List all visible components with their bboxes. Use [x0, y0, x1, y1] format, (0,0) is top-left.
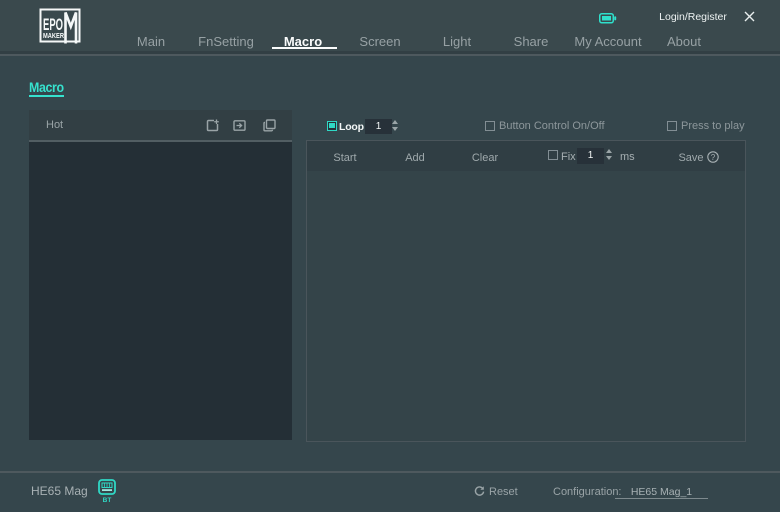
- svg-text:MAKER: MAKER: [43, 31, 64, 40]
- svg-text:?: ?: [711, 153, 716, 162]
